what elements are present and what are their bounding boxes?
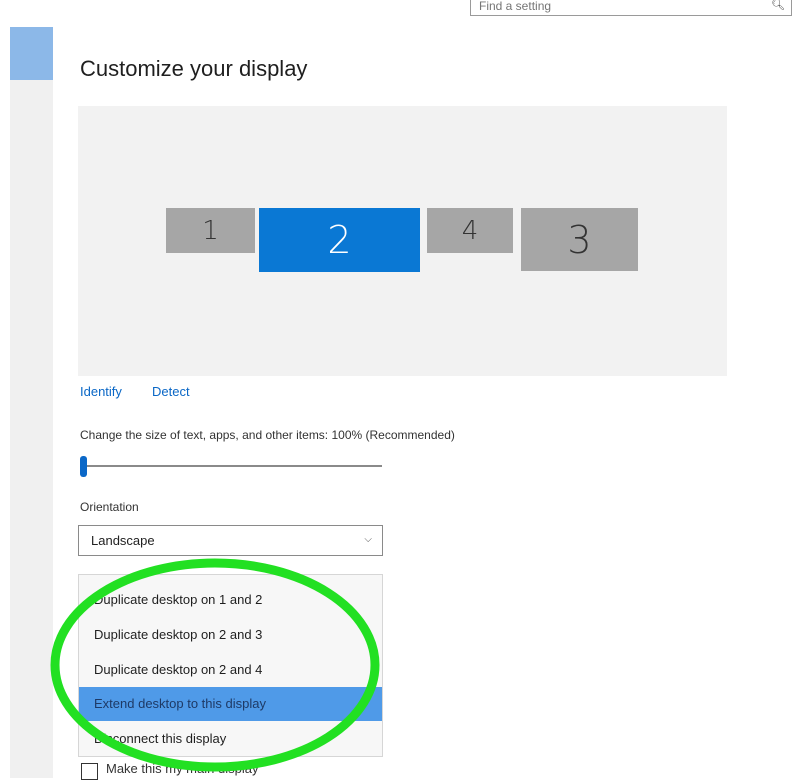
- orientation-label: Orientation: [80, 500, 139, 514]
- scale-slider-thumb[interactable]: [80, 456, 87, 477]
- scale-slider-track[interactable]: [80, 465, 382, 467]
- nav-selected-indicator[interactable]: [10, 27, 53, 80]
- search-input[interactable]: [477, 0, 761, 16]
- identify-link[interactable]: Identify: [80, 384, 122, 399]
- monitor-label: 2: [327, 218, 352, 262]
- main-display-checkbox[interactable]: [81, 763, 98, 780]
- monitor-1[interactable]: 1: [166, 208, 255, 253]
- dropdown-option[interactable]: Duplicate desktop on 2 and 3: [79, 618, 382, 652]
- search-icon[interactable]: 🔍︎: [771, 0, 785, 11]
- dropdown-option[interactable]: Duplicate desktop on 1 and 2: [79, 583, 382, 617]
- monitor-4[interactable]: 4: [427, 208, 513, 253]
- scale-label: Change the size of text, apps, and other…: [80, 428, 455, 442]
- monitor-label: 1: [202, 215, 219, 246]
- monitor-2[interactable]: 2: [259, 208, 420, 272]
- content-margin: [727, 80, 803, 778]
- detect-link[interactable]: Detect: [152, 384, 190, 399]
- monitor-label: 3: [567, 217, 592, 262]
- chevron-down-icon: ⌵: [364, 534, 372, 545]
- orientation-select[interactable]: Landscape ⌵: [78, 525, 383, 556]
- dropdown-option[interactable]: Disconnect this display: [79, 722, 382, 756]
- main-display-label: Make this my main display: [106, 761, 259, 776]
- search-box[interactable]: 🔍︎: [470, 0, 792, 16]
- page-title: Customize your display: [80, 56, 308, 81]
- monitor-label: 4: [461, 215, 479, 246]
- dropdown-option[interactable]: Duplicate desktop on 2 and 4: [79, 653, 382, 687]
- orientation-value: Landscape: [91, 533, 155, 548]
- dropdown-option-selected[interactable]: Extend desktop to this display: [79, 687, 382, 721]
- monitor-3[interactable]: 3: [521, 208, 638, 271]
- window-edge: [0, 0, 10, 778]
- navigation-pane: [10, 80, 53, 778]
- multiple-displays-dropdown[interactable]: Duplicate desktop on 1 and 2 Duplicate d…: [78, 574, 383, 757]
